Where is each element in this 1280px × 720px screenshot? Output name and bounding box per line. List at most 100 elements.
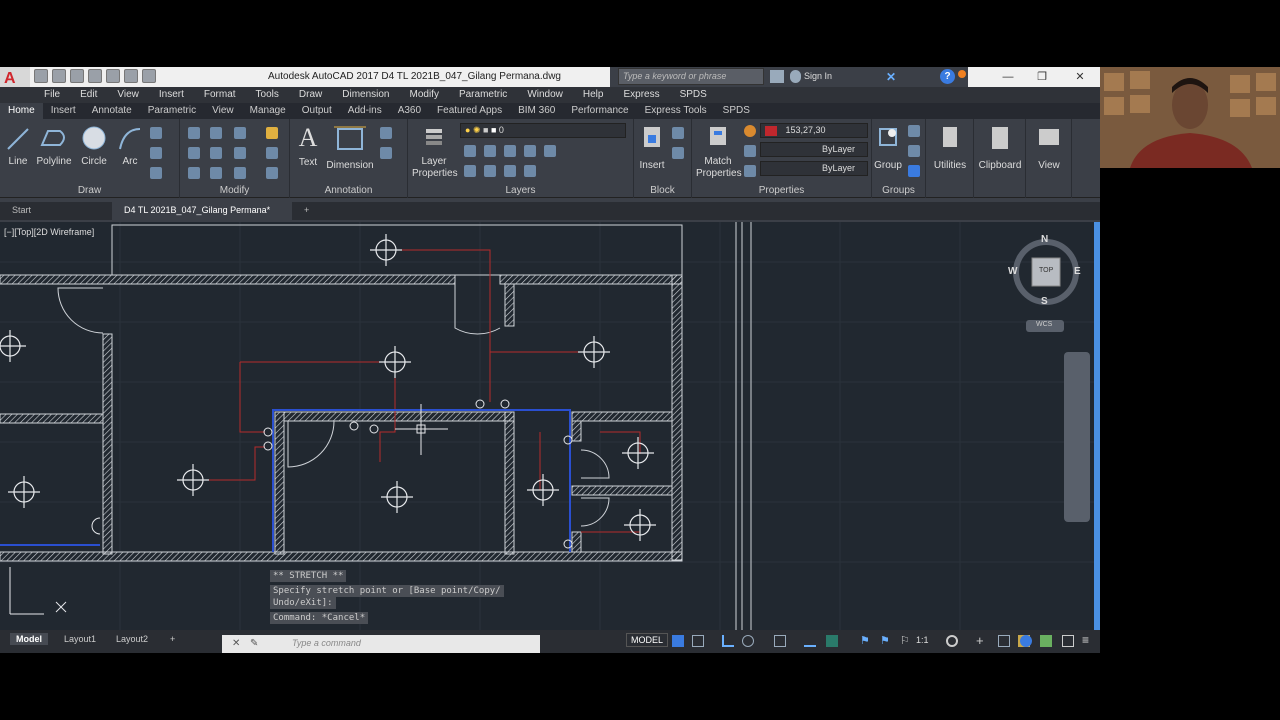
menu-insert[interactable]: Insert xyxy=(149,87,194,103)
tab-add-ins[interactable]: Add-ins xyxy=(340,103,390,119)
viewcube-top-face[interactable]: TOP xyxy=(1039,267,1053,274)
layout-tab-model[interactable]: Model xyxy=(10,633,48,645)
command-input[interactable]: Type a command xyxy=(222,635,540,653)
binoculars-icon[interactable] xyxy=(770,70,784,83)
viewcube[interactable]: N S E W TOP WCS xyxy=(1008,232,1084,352)
menu-tools[interactable]: Tools xyxy=(246,87,289,103)
transparency-icon[interactable] xyxy=(826,635,838,647)
menu-edit[interactable]: Edit xyxy=(70,87,107,103)
model-space-button[interactable]: MODEL xyxy=(626,633,669,647)
tab-spds[interactable]: SPDS xyxy=(715,103,758,119)
annotation-scale-icon[interactable]: ⚐ xyxy=(900,635,912,647)
trim-icon[interactable] xyxy=(234,127,246,139)
menu-express[interactable]: Express xyxy=(613,87,669,103)
start-tab[interactable]: Start xyxy=(0,202,112,220)
layout-tab-layout1[interactable]: Layout1 xyxy=(58,633,102,645)
menu-draw[interactable]: Draw xyxy=(289,87,332,103)
menu-file[interactable]: File xyxy=(34,87,70,103)
annotation-scale-value[interactable]: 1:1 xyxy=(916,635,929,645)
menu-spds[interactable]: SPDS xyxy=(670,87,717,103)
region-icon[interactable] xyxy=(150,167,162,179)
rotate-icon[interactable] xyxy=(210,127,222,139)
layer-lock-icon[interactable] xyxy=(524,145,536,157)
menu-view[interactable]: View xyxy=(107,87,149,103)
array-icon[interactable] xyxy=(234,167,246,179)
compass-south[interactable]: S xyxy=(1041,296,1048,307)
ungroup-icon[interactable] xyxy=(908,125,920,137)
drawing-canvas[interactable]: [−][Top][2D Wireframe] N S E W TOP WCS *… xyxy=(0,222,1100,630)
print-icon[interactable] xyxy=(106,69,120,83)
close-button[interactable]: ✕ xyxy=(1068,69,1092,85)
leader-icon[interactable] xyxy=(380,127,392,139)
object-snap-icon[interactable] xyxy=(774,635,786,647)
polar-tracking-icon[interactable] xyxy=(742,635,754,647)
customization-menu-icon[interactable]: ≡ xyxy=(1082,634,1089,646)
layer-thaw-icon[interactable] xyxy=(504,165,516,177)
fillet-icon[interactable] xyxy=(234,147,246,159)
arc-button[interactable]: Arc xyxy=(116,123,144,167)
color-dropdown[interactable]: 153,27,30 xyxy=(760,123,868,138)
table-icon[interactable] xyxy=(380,147,392,159)
tab-a360[interactable]: A360 xyxy=(390,103,429,119)
save-as-icon[interactable] xyxy=(88,69,102,83)
circle-button[interactable]: Circle xyxy=(78,123,110,167)
sign-in-link[interactable]: Sign In xyxy=(804,71,832,81)
search-input[interactable]: Type a keyword or phrase xyxy=(618,68,764,85)
layer-match-icon[interactable] xyxy=(544,145,556,157)
open-icon[interactable] xyxy=(52,69,66,83)
autocad-logo-icon[interactable]: A xyxy=(0,67,30,87)
compass-north[interactable]: N xyxy=(1041,234,1048,245)
text-button[interactable]: A Text xyxy=(296,123,320,168)
autoscale-icon[interactable]: ⚑ xyxy=(880,635,892,647)
tab-view[interactable]: View xyxy=(204,103,242,119)
undo-icon[interactable] xyxy=(124,69,138,83)
scale-icon[interactable] xyxy=(210,167,222,179)
lineweight-icon[interactable] xyxy=(744,145,756,157)
new-tab-icon[interactable]: + xyxy=(292,202,321,220)
tab-insert[interactable]: Insert xyxy=(43,103,84,119)
menu-modify[interactable]: Modify xyxy=(400,87,449,103)
tab-express-tools[interactable]: Express Tools xyxy=(637,103,715,119)
hardware-acceleration-icon[interactable] xyxy=(1040,635,1052,647)
notification-icon[interactable] xyxy=(958,70,966,78)
clean-screen-icon[interactable] xyxy=(1062,635,1074,647)
navigation-bar[interactable] xyxy=(1064,352,1090,522)
compass-west[interactable]: W xyxy=(1008,266,1017,277)
layer-previous-icon[interactable] xyxy=(464,165,476,177)
dimension-button[interactable]: Dimension xyxy=(326,123,374,171)
layers-panel-title[interactable]: Layers xyxy=(408,185,633,196)
grid-display-icon[interactable] xyxy=(672,635,684,647)
edit-block-icon[interactable] xyxy=(672,147,684,159)
groups-panel-title[interactable]: Groups xyxy=(872,185,925,196)
layer-isolate-icon[interactable] xyxy=(484,145,496,157)
hatch-icon[interactable] xyxy=(150,147,162,159)
stretch-icon[interactable] xyxy=(188,167,200,179)
insert-button[interactable]: Insert xyxy=(638,123,666,171)
block-panel-title[interactable]: Block xyxy=(634,185,691,196)
layer-properties-button[interactable]: Layer Properties xyxy=(412,123,458,180)
drawing-tab[interactable]: D4 TL 2021B_047_Gilang Permana* xyxy=(112,202,292,220)
menu-dimension[interactable]: Dimension xyxy=(332,87,399,103)
lineweight-display-icon[interactable] xyxy=(804,635,816,647)
close-command-icon[interactable]: ✕ xyxy=(232,638,240,649)
color-wheel-icon[interactable] xyxy=(744,125,756,137)
layout-tab-layout2[interactable]: Layout2 xyxy=(110,633,154,645)
line-button[interactable]: Line xyxy=(4,123,32,167)
snap-mode-icon[interactable] xyxy=(692,635,704,647)
annotation-visibility-icon[interactable]: ⚑ xyxy=(860,635,872,647)
units-icon[interactable] xyxy=(998,635,1010,647)
copy-icon[interactable] xyxy=(188,147,200,159)
group-edit-icon[interactable] xyxy=(908,145,920,157)
annotation-monitor-icon[interactable]: + xyxy=(976,634,984,648)
workspace-gear-icon[interactable] xyxy=(946,635,958,647)
offset-icon[interactable] xyxy=(266,167,278,179)
new-icon[interactable] xyxy=(34,69,48,83)
tab-featured-apps[interactable]: Featured Apps xyxy=(429,103,510,119)
tab-bim-360[interactable]: BIM 360 xyxy=(510,103,563,119)
customize-command-icon[interactable]: ✎ xyxy=(250,638,258,649)
tab-annotate[interactable]: Annotate xyxy=(84,103,140,119)
isolate-objects-icon[interactable] xyxy=(1020,635,1032,647)
minimize-button[interactable]: — xyxy=(996,69,1020,85)
menu-format[interactable]: Format xyxy=(194,87,246,103)
viewport-controls[interactable]: [−][Top][2D Wireframe] xyxy=(4,227,94,237)
